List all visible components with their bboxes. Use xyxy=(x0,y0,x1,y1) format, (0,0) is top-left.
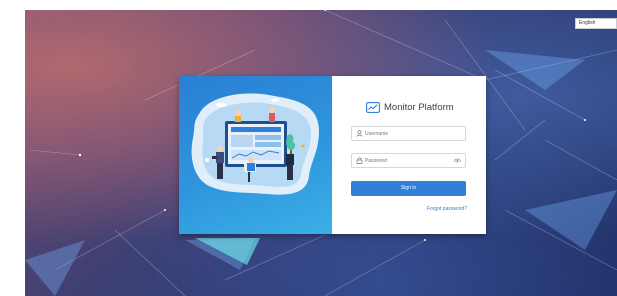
login-card: Monitor Platform Sign in Forgot password… xyxy=(179,76,486,234)
language-select-value: English xyxy=(579,20,596,26)
username-field[interactable] xyxy=(351,126,466,141)
chart-monitor-icon xyxy=(366,101,380,113)
illustration-panel xyxy=(179,76,332,234)
forgot-password-link[interactable]: Forgot password? xyxy=(427,206,467,212)
language-select[interactable]: English xyxy=(575,18,617,29)
sign-in-button[interactable]: Sign in xyxy=(351,181,466,196)
page-title: Monitor Platform xyxy=(384,101,454,113)
password-input[interactable] xyxy=(365,154,455,167)
lock-icon xyxy=(356,157,363,164)
user-icon xyxy=(356,130,363,137)
brand: Monitor Platform xyxy=(366,100,454,114)
login-form: Monitor Platform Sign in Forgot password… xyxy=(332,76,486,234)
team-dashboard-illustration xyxy=(191,93,319,195)
username-input[interactable] xyxy=(365,127,455,140)
eye-icon[interactable] xyxy=(454,158,461,163)
password-field[interactable] xyxy=(351,153,466,168)
